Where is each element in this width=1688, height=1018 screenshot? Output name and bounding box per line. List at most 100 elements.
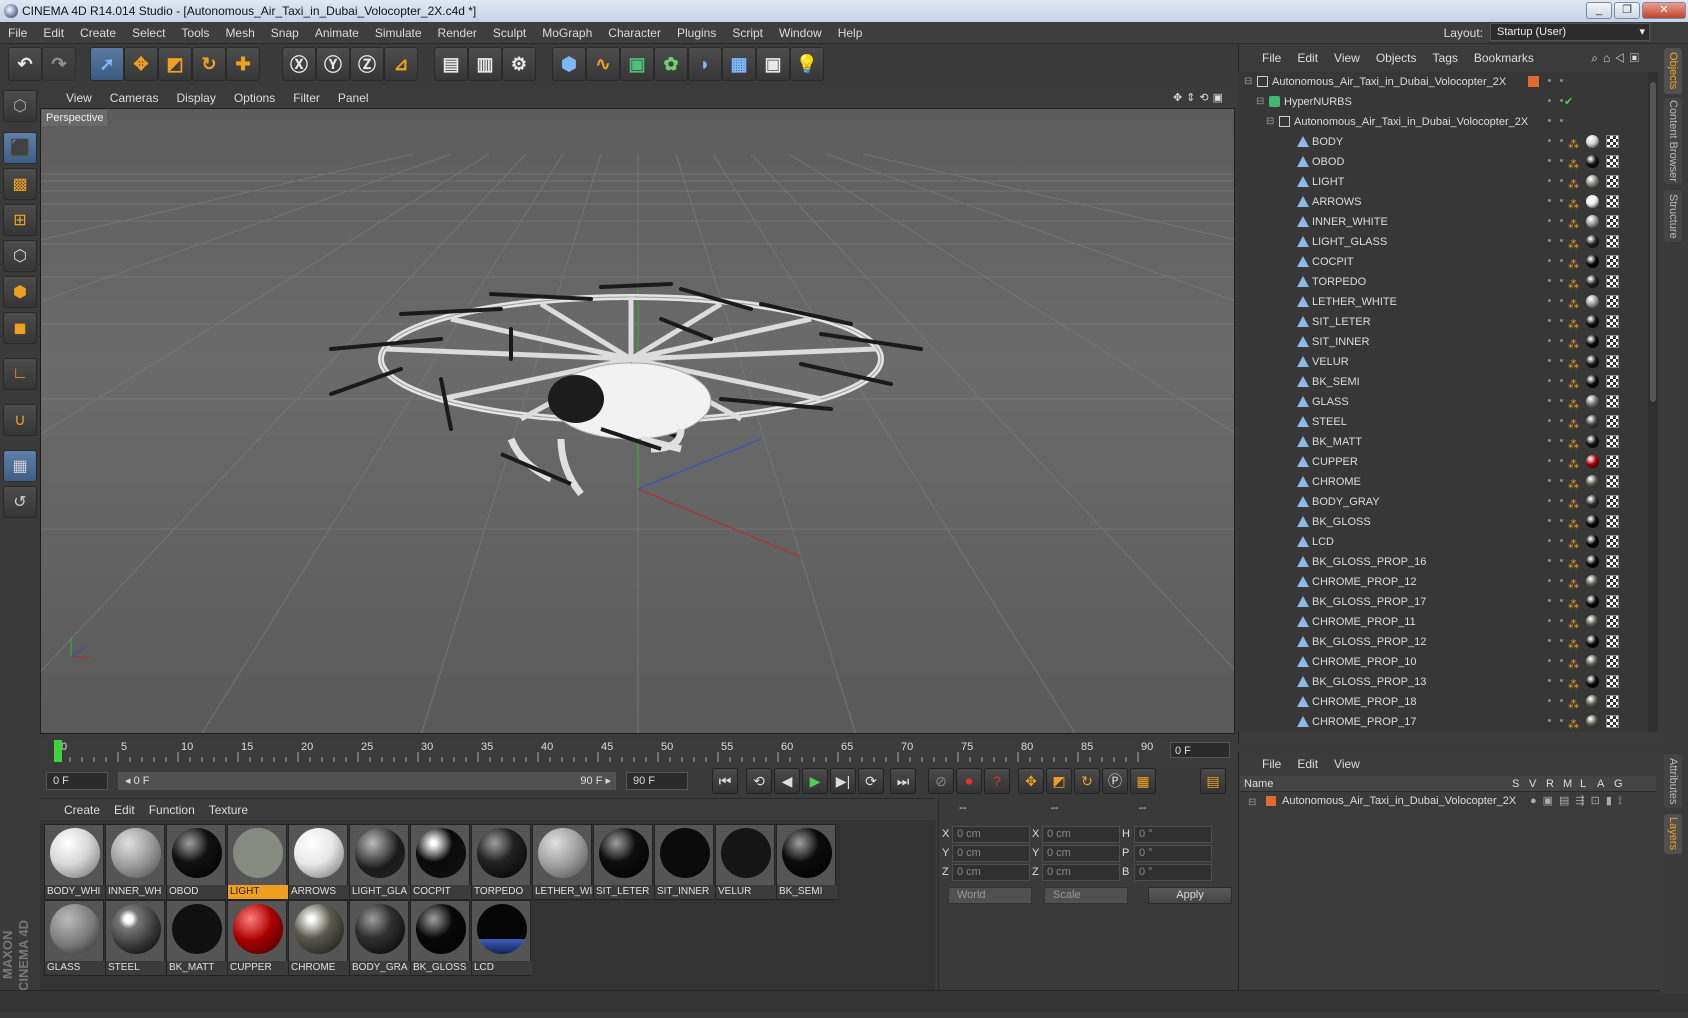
coord-value-field[interactable]: 0 cm (952, 864, 1030, 881)
key-position-icon[interactable]: ✥ (1018, 768, 1044, 794)
key-pla-icon[interactable]: ▦ (1130, 768, 1156, 794)
object-tree-scrollbar[interactable] (1648, 72, 1658, 732)
object-row[interactable]: BK_SEMI ⁂ (1238, 372, 1648, 392)
uvw-tag-icon[interactable] (1606, 675, 1619, 688)
menu-help[interactable]: Help (830, 22, 871, 44)
uvw-tag-icon[interactable] (1606, 295, 1619, 308)
layer-flag-icons[interactable]: ●▣▤⇶⊡▮⟟ (1530, 792, 1628, 810)
uvw-tag-icon[interactable] (1606, 175, 1619, 188)
uvw-tag-icon[interactable] (1606, 135, 1619, 148)
tree-expand-icon[interactable]: ⊟ (1244, 72, 1252, 92)
object-row[interactable]: ⊟ Autonomous_Air_Taxi_in_Dubai_Volocopter… (1238, 112, 1648, 132)
coord-value-field[interactable]: 0 cm (952, 826, 1030, 843)
rotate-tool-icon[interactable]: ↻ (192, 47, 226, 81)
visibility-dots-icon[interactable] (1548, 139, 1551, 142)
viewport-menu-options[interactable]: Options (225, 88, 284, 108)
visibility-dots-icon[interactable] (1548, 259, 1551, 262)
objects-menu-view[interactable]: View (1326, 48, 1368, 68)
key-param-icon[interactable]: Ⓟ (1102, 768, 1128, 794)
visibility-dots-icon[interactable] (1548, 239, 1551, 242)
material-menu-function[interactable]: Function (142, 799, 202, 821)
menu-mesh[interactable]: Mesh (217, 22, 262, 44)
visibility-dots-icon[interactable] (1548, 299, 1551, 302)
material-tag-icon[interactable] (1586, 555, 1599, 568)
uvw-tag-icon[interactable] (1606, 375, 1619, 388)
material-tag-icon[interactable] (1586, 235, 1599, 248)
viewport-nav-icons[interactable]: ✥⇕⟲▣ (1173, 88, 1227, 108)
layout-select[interactable]: Startup (User) ▾ (1490, 23, 1650, 41)
material-tag-icon[interactable] (1586, 195, 1599, 208)
material-swatch[interactable]: COCPIT (410, 824, 471, 900)
visibility-dots-icon[interactable] (1548, 279, 1551, 282)
material-tag-icon[interactable] (1586, 355, 1599, 368)
cube-primitive-icon[interactable]: ⬢ (552, 47, 586, 81)
menu-animate[interactable]: Animate (307, 22, 367, 44)
material-tag-icon[interactable] (1586, 655, 1599, 668)
visibility-dots-icon[interactable] (1548, 439, 1551, 442)
polygons-mode-icon[interactable]: ◼ (3, 312, 37, 344)
uvw-tag-icon[interactable] (1606, 695, 1619, 708)
menu-character[interactable]: Character (600, 22, 669, 44)
menu-mograph[interactable]: MoGraph (534, 22, 600, 44)
objects-menu-edit[interactable]: Edit (1289, 48, 1326, 68)
visibility-dots-icon[interactable] (1548, 499, 1551, 502)
visibility-dots-icon[interactable] (1548, 179, 1551, 182)
uvw-tag-icon[interactable] (1606, 635, 1619, 648)
key-rotation-icon[interactable]: ↻ (1074, 768, 1100, 794)
tab-attributes[interactable]: Attributes (1664, 754, 1682, 808)
uvw-tag-icon[interactable] (1606, 595, 1619, 608)
render-view-icon[interactable]: ▤ (434, 47, 468, 81)
objects-menu-objects[interactable]: Objects (1368, 48, 1425, 68)
undo-icon[interactable]: ↶ (8, 47, 42, 81)
viewport-menu-filter[interactable]: Filter (284, 88, 329, 108)
material-tag-icon[interactable] (1586, 715, 1599, 728)
next-key-icon[interactable]: ⟳ (858, 768, 884, 794)
viewport-menu-display[interactable]: Display (167, 88, 224, 108)
material-swatch[interactable]: SIT_LETER (593, 824, 654, 900)
material-swatch[interactable]: INNER_WH (105, 824, 166, 900)
material-swatch[interactable]: BK_MATT (166, 900, 227, 976)
material-swatch[interactable]: BK_SEMI (776, 824, 837, 900)
current-frame-display[interactable]: 0 F (1170, 742, 1230, 758)
coord-value-field[interactable]: 0 cm (1042, 845, 1120, 862)
object-manager-tool-icons[interactable]: ⌕⌂◁▣ (1591, 48, 1644, 68)
material-tag-icon[interactable] (1586, 215, 1599, 228)
frame-range-slider[interactable]: ◂ 0 F 90 F ▸ (118, 772, 616, 790)
tree-expand-icon[interactable]: ⊟ (1256, 92, 1264, 112)
menu-select[interactable]: Select (124, 22, 173, 44)
visibility-dots-icon[interactable] (1548, 579, 1551, 582)
uvw-tag-icon[interactable] (1606, 715, 1619, 728)
uvw-tag-icon[interactable] (1606, 355, 1619, 368)
close-button[interactable]: ✕ (1642, 2, 1686, 19)
live-select-icon[interactable]: ✚ (226, 47, 260, 81)
uvw-tag-icon[interactable] (1606, 435, 1619, 448)
menu-script[interactable]: Script (724, 22, 771, 44)
coord-value-field[interactable]: 0 ° (1134, 864, 1212, 881)
move-tool-icon[interactable]: ✥ (124, 47, 158, 81)
enabled-check-icon[interactable]: ✔ (1564, 92, 1573, 112)
phong-tag-icon[interactable]: ⁂ (1568, 715, 1579, 732)
material-swatch[interactable]: STEEL (105, 900, 166, 976)
object-row[interactable]: OBOD ⁂ (1238, 152, 1648, 172)
material-tag-icon[interactable] (1586, 275, 1599, 288)
scale-tool-icon[interactable]: ◩ (158, 47, 192, 81)
material-swatch[interactable]: BODY_WHI (44, 824, 105, 900)
visibility-dots-icon[interactable] (1548, 219, 1551, 222)
coord-value-field[interactable]: 0 cm (1042, 864, 1120, 881)
viewport-menu-panel[interactable]: Panel (329, 88, 378, 108)
visibility-dots-icon[interactable] (1548, 679, 1551, 682)
object-row[interactable]: CHROME_PROP_18 ⁂ (1238, 692, 1648, 712)
uvw-tag-icon[interactable] (1606, 155, 1619, 168)
material-tag-icon[interactable] (1586, 395, 1599, 408)
spline-pen-icon[interactable]: ∿ (586, 47, 620, 81)
menu-edit[interactable]: Edit (35, 22, 72, 44)
object-row[interactable]: COCPIT ⁂ (1238, 252, 1648, 272)
locked-workplane-icon[interactable]: ↺ (3, 486, 37, 518)
material-tag-icon[interactable] (1586, 595, 1599, 608)
object-row[interactable]: GLASS ⁂ (1238, 392, 1648, 412)
previous-frame-icon[interactable]: ◀ (774, 768, 800, 794)
make-editable-icon[interactable]: ⬡ (3, 90, 37, 122)
material-tag-icon[interactable] (1586, 455, 1599, 468)
visibility-dots-icon[interactable] (1548, 659, 1551, 662)
y-axis-icon[interactable]: Ⓨ (316, 47, 350, 81)
